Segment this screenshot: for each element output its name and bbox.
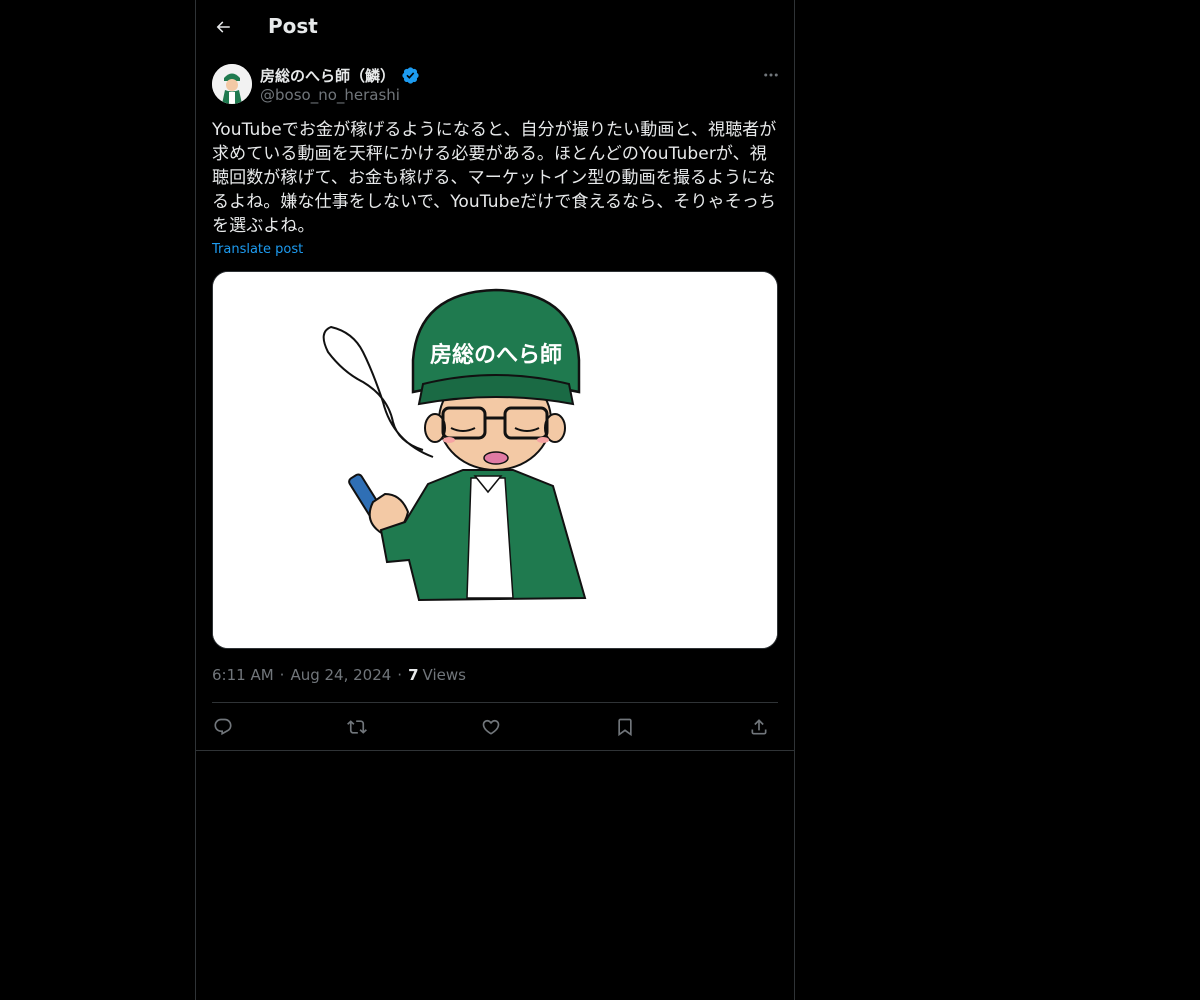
bookmark-button[interactable] xyxy=(608,710,642,744)
post-time[interactable]: 6:11 AM xyxy=(212,666,274,684)
views-label: Views xyxy=(422,666,466,684)
meta-separator: · xyxy=(279,666,285,684)
heart-icon xyxy=(481,717,501,737)
post-meta: 6:11 AM · Aug 24, 2024 · 7 Views xyxy=(212,666,466,684)
divider xyxy=(212,702,778,703)
page-title: Post xyxy=(268,14,318,38)
author-display-name[interactable]: 房総のへら師（鱗） xyxy=(260,65,420,86)
header-bar: Post xyxy=(196,0,794,53)
author-handle[interactable]: @boso_no_herashi xyxy=(260,86,400,104)
avatar-image xyxy=(212,64,252,104)
author-avatar[interactable] xyxy=(212,64,252,104)
more-horizontal-icon xyxy=(762,66,780,84)
arrow-left-icon xyxy=(214,18,232,36)
reply-icon xyxy=(213,717,233,737)
share-icon xyxy=(749,717,769,737)
views-count: 7 xyxy=(408,666,419,684)
repost-button[interactable] xyxy=(340,710,374,744)
bookmark-icon xyxy=(615,717,635,737)
meta-separator: · xyxy=(397,666,403,684)
like-button[interactable] xyxy=(474,710,508,744)
cap-text: 房総のへら師 xyxy=(430,342,562,368)
post-image[interactable]: 房総のへら師 xyxy=(212,271,778,649)
translate-post-link[interactable]: Translate post xyxy=(212,242,303,257)
repost-icon xyxy=(347,717,367,737)
divider xyxy=(196,750,794,751)
post-date[interactable]: Aug 24, 2024 xyxy=(290,666,391,684)
illustration-image: 房総のへら師 xyxy=(213,272,777,648)
action-bar xyxy=(212,710,778,744)
more-options-button[interactable] xyxy=(758,62,784,88)
verified-badge-icon[interactable] xyxy=(401,66,420,85)
post-text: YouTubeでお金が稼げるようになると、自分が撮りたい動画と、視聴者が求めてい… xyxy=(212,120,777,236)
back-button[interactable] xyxy=(206,10,240,44)
display-name-text: 房総のへら師（鱗） xyxy=(260,67,396,85)
reply-button[interactable] xyxy=(206,710,240,744)
post-column: Post 房総のへら師（鱗） @boso_no_herashi YouTubeで… xyxy=(195,0,795,1000)
share-button[interactable] xyxy=(742,710,776,744)
